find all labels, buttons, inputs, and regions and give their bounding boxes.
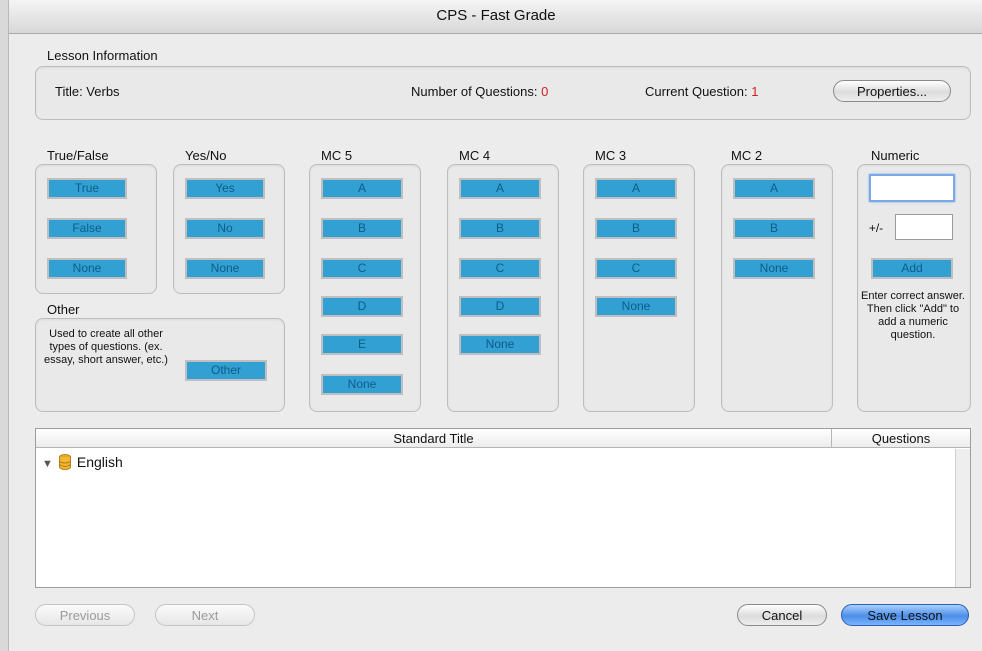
mc2-panel <box>721 164 833 412</box>
fast-grade-window: CPS - Fast Grade Lesson Information Titl… <box>8 0 982 651</box>
true-button[interactable]: True <box>47 178 127 199</box>
mc5-d-button[interactable]: D <box>321 296 403 317</box>
mc4-none-button[interactable]: None <box>459 334 541 355</box>
false-button[interactable]: False <box>47 218 127 239</box>
questions-header[interactable]: Questions <box>832 429 970 448</box>
lesson-information-label: Lesson Information <box>47 48 158 63</box>
mc4-b-button[interactable]: B <box>459 218 541 239</box>
mc2-b-button[interactable]: B <box>733 218 815 239</box>
mc3-b-button[interactable]: B <box>595 218 677 239</box>
number-of-questions-label: Number of Questions: <box>411 84 538 99</box>
number-of-questions-value: 0 <box>541 84 549 99</box>
mc4-panel <box>447 164 559 412</box>
mc4-d-button[interactable]: D <box>459 296 541 317</box>
table-row[interactable]: ▼ English <box>42 453 123 471</box>
save-lesson-button[interactable]: Save Lesson <box>841 604 969 626</box>
mc3-panel <box>583 164 695 412</box>
mc5-b-button[interactable]: B <box>321 218 403 239</box>
mc5-label: MC 5 <box>321 148 353 163</box>
current-question-label: Current Question: <box>645 84 748 99</box>
database-icon <box>58 454 71 474</box>
number-of-questions: Number of Questions: 0 <box>411 84 548 99</box>
plus-minus-label: +/- <box>868 221 884 235</box>
mc3-label: MC 3 <box>595 148 627 163</box>
yes-no-none-button[interactable]: None <box>185 258 265 279</box>
standard-title-header[interactable]: Standard Title <box>36 429 832 448</box>
numeric-answer-input[interactable] <box>869 174 955 202</box>
mc3-a-button[interactable]: A <box>595 178 677 199</box>
numeric-help-text: Enter correct answer. Then click "Add" t… <box>861 290 965 341</box>
cancel-button[interactable]: Cancel <box>737 604 827 626</box>
current-question: Current Question: 1 <box>645 84 758 99</box>
mc2-label: MC 2 <box>731 148 763 163</box>
mc4-label: MC 4 <box>459 148 491 163</box>
mc5-c-button[interactable]: C <box>321 258 403 279</box>
row-label: English <box>76 454 123 470</box>
vertical-scrollbar[interactable] <box>955 449 970 587</box>
other-button[interactable]: Other <box>185 360 267 381</box>
disclosure-triangle-icon[interactable]: ▼ <box>42 458 53 470</box>
previous-button[interactable]: Previous <box>35 604 135 626</box>
mc4-c-button[interactable]: C <box>459 258 541 279</box>
mc5-a-button[interactable]: A <box>321 178 403 199</box>
numeric-add-button[interactable]: Add <box>871 258 953 279</box>
current-question-value: 1 <box>751 84 759 99</box>
mc3-c-button[interactable]: C <box>595 258 677 279</box>
title-bar[interactable]: CPS - Fast Grade <box>9 0 982 34</box>
tolerance-input[interactable] <box>895 214 953 240</box>
standards-table: Standard Title Questions ▼ English <box>35 428 971 588</box>
mc5-none-button[interactable]: None <box>321 374 403 395</box>
numeric-label: Numeric <box>871 148 920 163</box>
other-label: Other <box>47 302 80 317</box>
lesson-title: Title: Verbs <box>55 84 120 99</box>
window-title: CPS - Fast Grade <box>436 7 556 24</box>
yes-button[interactable]: Yes <box>185 178 265 199</box>
true-false-label: True/False <box>47 148 109 163</box>
mc2-a-button[interactable]: A <box>733 178 815 199</box>
mc4-a-button[interactable]: A <box>459 178 541 199</box>
true-false-none-button[interactable]: None <box>47 258 127 279</box>
properties-button[interactable]: Properties... <box>833 80 951 102</box>
mc5-e-button[interactable]: E <box>321 334 403 355</box>
yes-no-label: Yes/No <box>185 148 227 163</box>
other-description: Used to create all other types of questi… <box>44 328 168 366</box>
mc3-none-button[interactable]: None <box>595 296 677 317</box>
mc2-none-button[interactable]: None <box>733 258 815 279</box>
next-button[interactable]: Next <box>155 604 255 626</box>
no-button[interactable]: No <box>185 218 265 239</box>
